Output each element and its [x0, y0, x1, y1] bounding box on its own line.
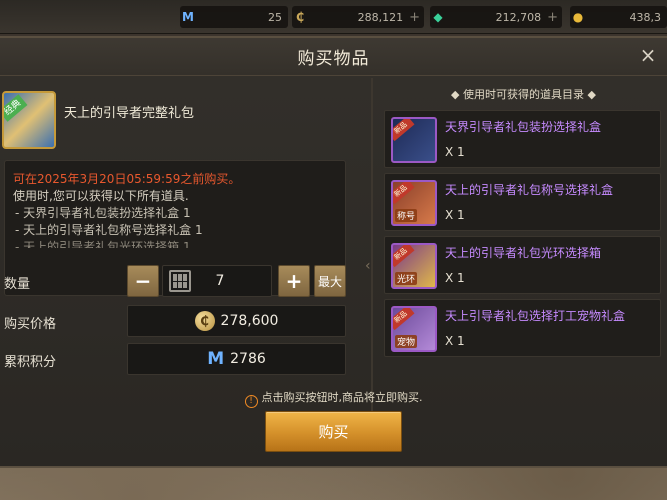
- item-tag: 经典: [4, 94, 28, 122]
- gold-icon: ●: [572, 10, 584, 24]
- reward-list-header: ◆ 使用时可获得的道具目录 ◆: [451, 88, 596, 101]
- max-quantity-button[interactable]: 最大: [314, 265, 346, 297]
- box-label: 宠物: [395, 335, 418, 348]
- currency-value: 438,3: [629, 10, 662, 24]
- panel-divider: ‹: [365, 78, 377, 418]
- reward-name: 天上的引导者礼包光环选择箱: [445, 246, 602, 260]
- currency-gem: ◆ 212,708 +: [430, 6, 562, 28]
- box-label: 光环: [395, 272, 418, 285]
- reward-quantity: X 1: [445, 271, 465, 285]
- box-label: 称号: [395, 209, 418, 222]
- description-line: - 天界引导者礼包装扮选择礼盒 1: [15, 206, 191, 220]
- reward-name: 天上的引导者礼包称号选择礼盒: [445, 183, 614, 197]
- reward-quantity: X 1: [445, 145, 465, 159]
- buy-button[interactable]: 购买: [265, 411, 402, 452]
- currency-bar: M 25 ₵ 288,121 + ◆ 212,708 + ● 438,3: [0, 0, 667, 34]
- reward-name: 天上引导者礼包选择打工宠物礼盒: [445, 309, 626, 323]
- description-line: - 天上的引导者礼包光环选择箱 1: [15, 240, 191, 248]
- list-item[interactable]: 新品 称号 天上的引导者礼包称号选择礼盒 X 1: [384, 173, 661, 231]
- points-label: 累积积分: [4, 355, 57, 370]
- gold-coin-icon: ₵: [194, 311, 215, 331]
- quantity-label: 数量: [4, 277, 31, 292]
- purchase-deadline: 可在2025年3月20日05:59:59之前购买。: [13, 172, 241, 186]
- add-currency-button[interactable]: +: [547, 10, 562, 25]
- reward-quantity: X 1: [445, 334, 465, 348]
- notice-text: 点击购买按钮时,商品将立即购买.: [261, 391, 423, 404]
- quantity-value: 7: [215, 273, 225, 289]
- dialog-header: 购买物品 ×: [0, 38, 667, 76]
- calculator-icon[interactable]: [169, 270, 191, 292]
- add-currency-button[interactable]: +: [409, 10, 424, 25]
- decrease-quantity-button[interactable]: −: [127, 265, 159, 297]
- increase-quantity-button[interactable]: +: [278, 265, 310, 297]
- quantity-input[interactable]: 7: [162, 265, 272, 297]
- purchase-dialog: 购买物品 × 经典 天上的引导者完整礼包 可在2025年3月20日05:59:5…: [0, 36, 667, 468]
- list-item[interactable]: 新品 光环 天上的引导者礼包光环选择箱 X 1: [384, 236, 661, 294]
- purchase-notice: ! 点击购买按钮时,商品将立即购买.: [0, 389, 667, 408]
- list-item[interactable]: 新品 宠物 天上引导者礼包选择打工宠物礼盒 X 1: [384, 299, 661, 357]
- description-intro: 使用时,您可以获得以下所有道具.: [13, 189, 189, 203]
- new-tag: 新品: [393, 182, 415, 205]
- reward-list[interactable]: 新品 天界引导者礼包装扮选择礼盒 X 1 新品 称号 天上的引导者礼包称号选择礼…: [380, 110, 667, 416]
- item-name: 天上的引导者完整礼包: [64, 106, 195, 121]
- list-item[interactable]: 新品 天界引导者礼包装扮选择礼盒 X 1: [384, 110, 661, 168]
- reward-quantity: X 1: [445, 208, 465, 222]
- mileage-icon: M: [182, 10, 194, 24]
- price-value: 278,600: [220, 313, 279, 329]
- package-item-icon: 经典: [2, 91, 56, 149]
- description-line: - 天上的引导者礼包称号选择礼盒 1: [15, 223, 203, 237]
- new-tag: 新品: [393, 119, 415, 142]
- title-box-icon: 新品 称号: [391, 180, 437, 226]
- currency-value: 288,121: [357, 10, 404, 24]
- new-tag: 新品: [393, 308, 415, 331]
- dialog-title: 购买物品: [297, 49, 370, 69]
- currency-mileage: M 25: [180, 6, 288, 28]
- currency-value: 212,708: [495, 10, 542, 24]
- warning-icon: !: [244, 395, 258, 408]
- costume-box-icon: 新品: [391, 117, 437, 163]
- new-tag: 新品: [393, 245, 415, 268]
- reward-name: 天界引导者礼包装扮选择礼盒: [445, 120, 602, 134]
- gem-icon: ◆: [433, 10, 443, 24]
- currency-value: 25: [268, 10, 282, 24]
- currency-gold-coin: ₵ 288,121 +: [292, 6, 424, 28]
- chevron-left-icon: ‹: [365, 258, 371, 274]
- points-field: M 2786: [127, 343, 346, 375]
- close-button[interactable]: ×: [637, 44, 659, 66]
- currency-gold: ● 438,3: [570, 6, 667, 28]
- points-value: 2786: [230, 351, 266, 367]
- price-label: 购买价格: [4, 317, 57, 332]
- gold-coin-icon: ₵: [295, 10, 305, 24]
- pet-box-icon: 新品 宠物: [391, 306, 437, 352]
- price-field: ₵ 278,600: [127, 305, 346, 337]
- mileage-icon: M: [207, 349, 225, 369]
- aura-box-icon: 新品 光环: [391, 243, 437, 289]
